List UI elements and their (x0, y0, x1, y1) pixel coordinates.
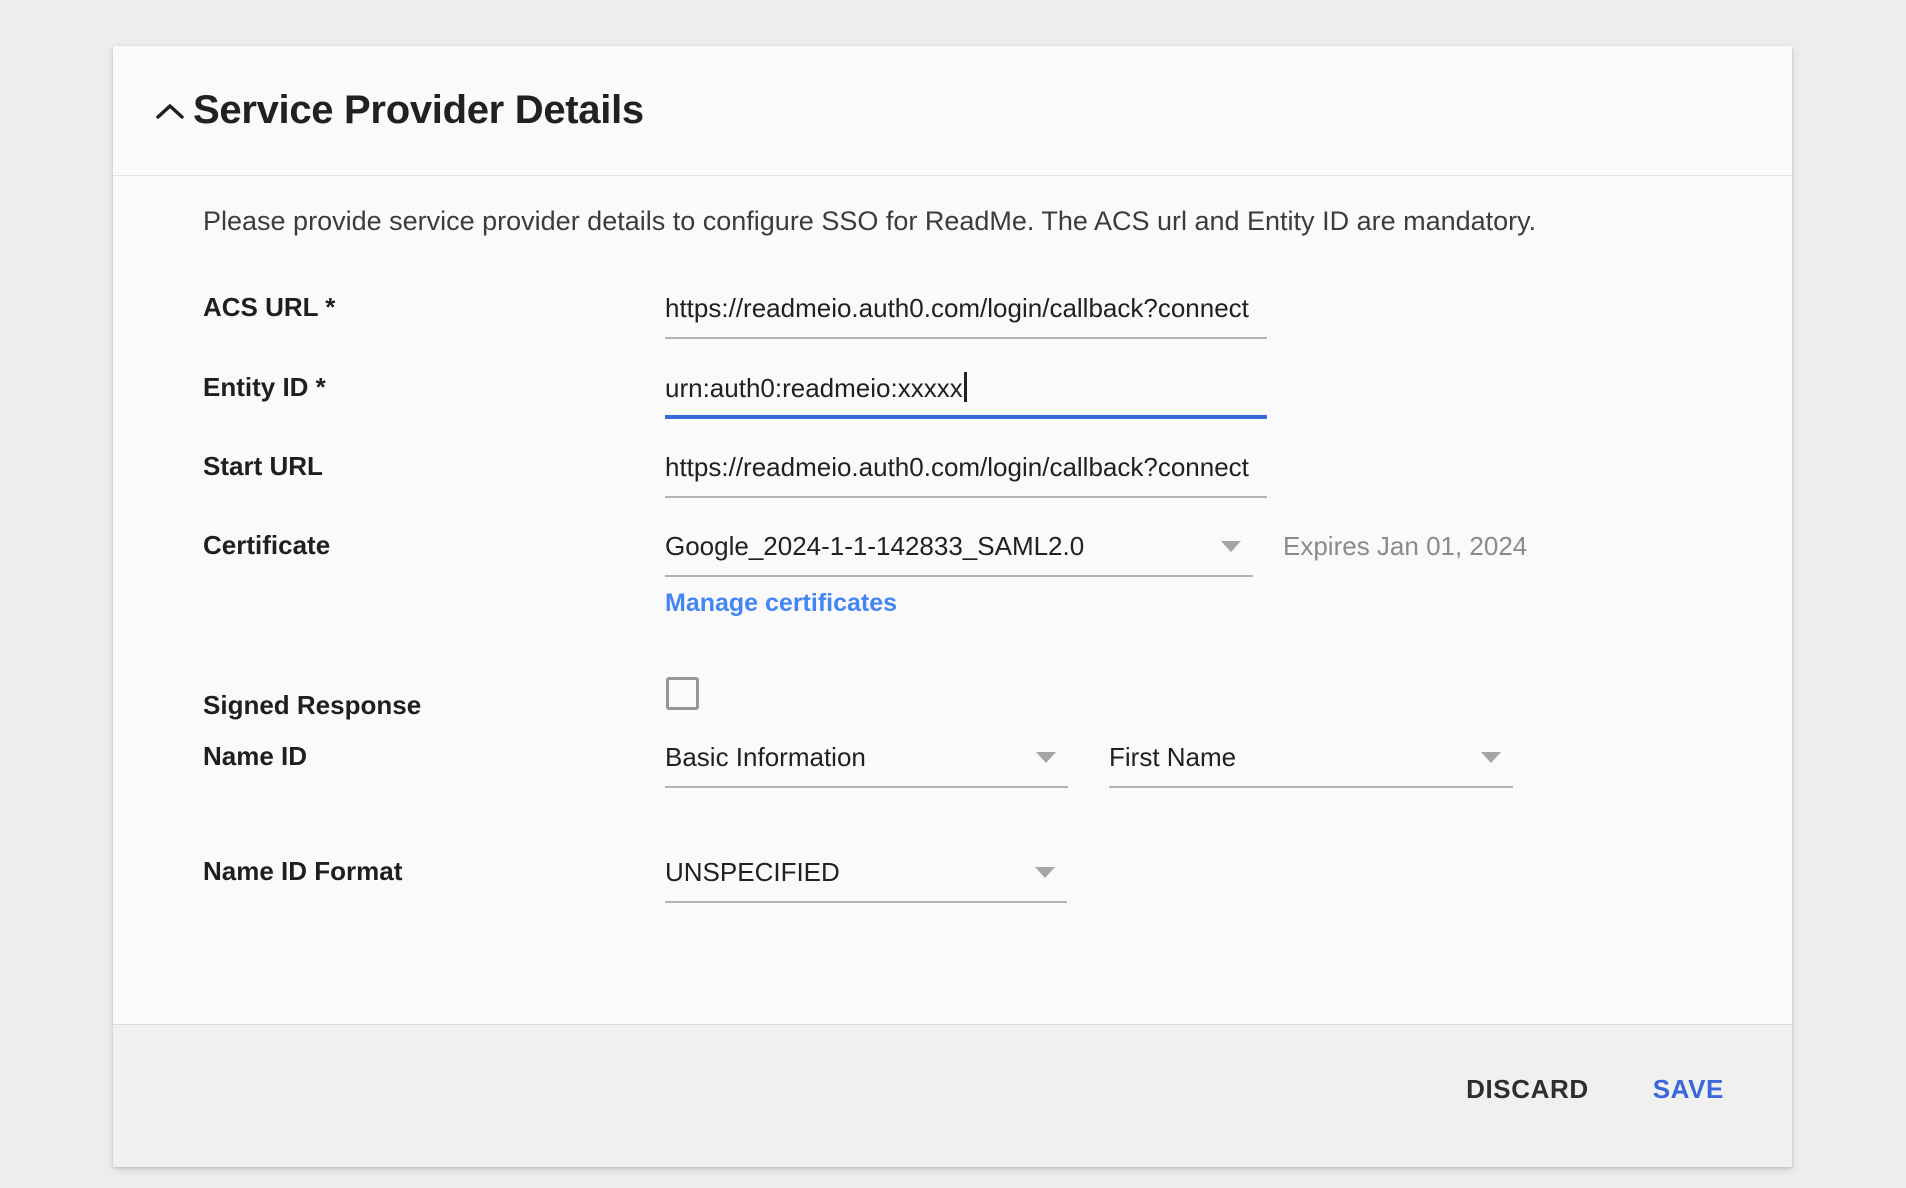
signed-response-checkbox[interactable] (666, 677, 699, 710)
name-id-attribute-select[interactable]: First Name (1109, 740, 1513, 788)
certificate-select[interactable]: Google_2024-1-1-142833_SAML2.0 (665, 529, 1253, 577)
name-id-category-select[interactable]: Basic Information (665, 740, 1068, 788)
triangle-down-icon (1036, 752, 1056, 763)
triangle-down-icon (1481, 752, 1501, 763)
certificate-label: Certificate (203, 530, 331, 560)
entity-id-label: Entity ID * (203, 372, 326, 402)
section-description: Please provide service provider details … (203, 206, 1537, 236)
start-url-input[interactable] (665, 450, 1267, 498)
name-id-attribute-value: First Name (1109, 742, 1237, 772)
name-id-label: Name ID (203, 741, 308, 771)
acs-url-input[interactable] (665, 291, 1267, 339)
footer-action-bar: DISCARD SAVE (113, 1024, 1792, 1167)
discard-button[interactable]: DISCARD (1460, 1064, 1595, 1115)
save-button[interactable]: SAVE (1647, 1064, 1730, 1115)
acs-url-label: ACS URL * (203, 292, 336, 322)
start-url-label: Start URL (203, 451, 323, 481)
entity-id-value: urn:auth0:readmeio:xxxxx (665, 373, 963, 403)
certificate-expiry-text: Expires Jan 01, 2024 (1283, 531, 1528, 561)
service-provider-details-panel: Service Provider Details Please provide … (113, 46, 1792, 1167)
page-title: Service Provider Details (193, 88, 644, 132)
section-header-toggle[interactable]: Service Provider Details (113, 46, 1792, 176)
certificate-select-value: Google_2024-1-1-142833_SAML2.0 (665, 531, 1085, 561)
name-id-format-value: UNSPECIFIED (665, 857, 840, 887)
entity-id-input[interactable]: urn:auth0:readmeio:xxxxx (665, 371, 1267, 419)
name-id-format-label: Name ID Format (203, 856, 403, 886)
name-id-format-select[interactable]: UNSPECIFIED (665, 855, 1067, 903)
manage-certificates-link[interactable]: Manage certificates (665, 587, 897, 619)
signed-response-label: Signed Response (203, 690, 422, 720)
text-cursor (963, 372, 967, 402)
chevron-up-icon[interactable] (155, 102, 185, 120)
triangle-down-icon (1035, 867, 1055, 878)
triangle-down-icon (1221, 541, 1241, 552)
name-id-category-value: Basic Information (665, 742, 866, 772)
